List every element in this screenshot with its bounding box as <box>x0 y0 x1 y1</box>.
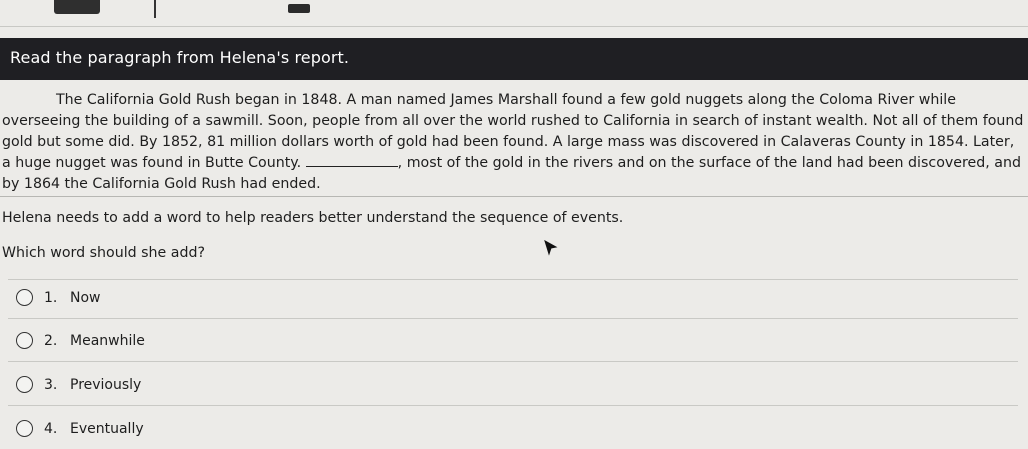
toolbar-rule <box>0 26 1028 27</box>
option-number: 4. <box>44 421 58 437</box>
radio-button-4[interactable] <box>16 420 33 437</box>
option-number: 1. <box>44 290 58 306</box>
toolbar-divider <box>154 0 156 18</box>
header-title: Read the paragraph from Helena's report. <box>10 48 350 67</box>
answer-option-3[interactable]: 3. Previously <box>8 367 1018 406</box>
option-label: Eventually <box>70 421 144 437</box>
toolbar-cropped <box>0 0 1028 24</box>
radio-button-2[interactable] <box>16 332 33 349</box>
option-label: Now <box>70 290 101 306</box>
radio-button-3[interactable] <box>16 376 33 393</box>
option-label: Previously <box>70 377 142 393</box>
report-paragraph: The California Gold Rush began in 1848. … <box>2 90 1024 195</box>
option-number: 2. <box>44 333 58 349</box>
question-prompt: Which word should she add? <box>2 245 206 261</box>
mouse-pointer-icon <box>544 240 558 256</box>
section-divider <box>0 196 1028 197</box>
answer-option-2[interactable]: 2. Meanwhile <box>8 323 1018 362</box>
toolbar-icon[interactable] <box>54 0 100 14</box>
radio-button-1[interactable] <box>16 289 33 306</box>
question-instruction: Helena needs to add a word to help reade… <box>2 210 624 226</box>
option-number: 3. <box>44 377 58 393</box>
toolbar-icon[interactable] <box>288 4 310 13</box>
answer-option-1[interactable]: 1. Now <box>8 279 1018 319</box>
answer-option-4[interactable]: 4. Eventually <box>8 411 1018 449</box>
answer-blank <box>305 154 398 167</box>
question-header: Read the paragraph from Helena's report. <box>0 38 1028 80</box>
option-label: Meanwhile <box>70 333 145 349</box>
quiz-page: Read the paragraph from Helena's report.… <box>0 0 1028 449</box>
